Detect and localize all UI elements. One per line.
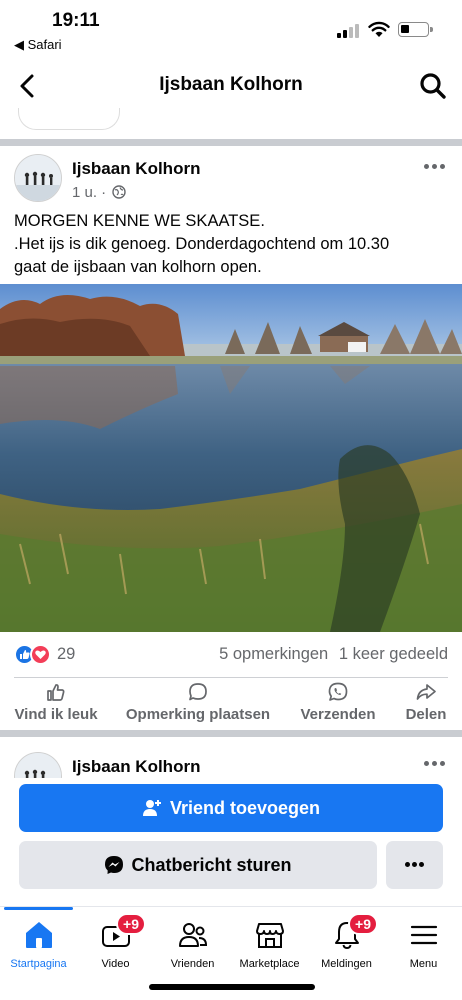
comment-button[interactable]: Opmerking plaatsen	[118, 682, 278, 726]
post-time: 1 u. ·	[72, 184, 107, 201]
menu-icon	[410, 925, 437, 945]
like-button[interactable]: Vind ik leuk	[6, 682, 106, 726]
page-title: Ijsbaan Kolhorn	[159, 74, 303, 95]
wifi-icon	[368, 21, 390, 37]
notifications-badge: +9	[348, 913, 378, 935]
video-badge: +9	[116, 913, 146, 935]
add-friend-icon	[142, 800, 161, 816]
tab-menu[interactable]: Menu	[385, 907, 462, 977]
send-button[interactable]: Verzenden	[292, 682, 384, 726]
whatsapp-icon	[328, 682, 348, 701]
comment-icon	[189, 683, 207, 701]
tab-video[interactable]: +9 Video	[77, 907, 154, 977]
post-author[interactable]: Ijsbaan Kolhorn	[72, 159, 200, 179]
back-to-safari-link[interactable]: ◀ Safari	[14, 37, 62, 53]
reaction-icons[interactable]	[14, 644, 54, 666]
thumbs-up-icon	[47, 684, 65, 701]
tab-label: Startpagina	[10, 958, 67, 970]
more-actions-button[interactable]	[386, 841, 443, 889]
more-options-icon[interactable]	[424, 164, 446, 170]
message-button[interactable]: Chatbericht sturen	[19, 841, 377, 889]
home-icon	[25, 922, 52, 948]
post-text-line: .Het ijs is dik genoeg. Donderdagochtend…	[14, 235, 390, 253]
status-time: 19:11	[52, 10, 100, 31]
comment-count[interactable]: 5 opmerkingen	[219, 645, 328, 663]
more-options-icon[interactable]	[424, 761, 446, 767]
reactions-row: 29 5 opmerkingen 1 keer gedeeld	[0, 640, 462, 670]
divider	[14, 677, 448, 678]
share-icon	[416, 684, 436, 700]
share-label: Delen	[405, 706, 447, 723]
skaters-avatar-image	[15, 155, 61, 201]
love-reaction-icon	[30, 644, 51, 665]
messenger-icon	[105, 856, 124, 874]
post-text: MORGEN KENNE WE SKAATSE. .Het ijs is dik…	[14, 210, 454, 279]
tab-notifications[interactable]: +9 Meldingen	[308, 907, 385, 977]
post-photo[interactable]	[0, 284, 462, 632]
avatar[interactable]	[14, 154, 62, 202]
comment-label: Opmerking plaatsen	[125, 706, 271, 723]
tab-label: Marketplace	[239, 958, 300, 970]
globe-icon	[112, 185, 127, 199]
post-header: Ijsbaan Kolhorn 1 u. ·	[0, 150, 462, 208]
tab-label: Video	[101, 958, 130, 970]
add-friend-button[interactable]: Vriend toevoegen	[19, 784, 443, 832]
tab-label: Vrienden	[170, 958, 215, 970]
reaction-count[interactable]: 29	[57, 645, 75, 664]
feed-divider	[0, 139, 462, 146]
add-friend-label: Vriend toevoegen	[169, 797, 321, 818]
post-header: Ijsbaan Kolhorn	[0, 748, 462, 778]
skaters-avatar-image	[15, 753, 61, 778]
post-text-line: gaat de ijsbaan van kolhorn open.	[14, 258, 262, 276]
marketplace-icon	[255, 923, 284, 948]
search-icon[interactable]	[418, 71, 448, 101]
post-text-line: MORGEN KENNE WE SKAATSE.	[14, 212, 265, 230]
tab-label: Meldingen	[321, 958, 372, 970]
page-header: Ijsbaan Kolhorn	[0, 60, 462, 112]
tab-marketplace[interactable]: Marketplace	[231, 907, 308, 977]
post-actions: Vind ik leuk Opmerking plaatsen Verzende…	[0, 682, 462, 726]
previous-post-edge	[18, 108, 120, 130]
tab-friends[interactable]: Vrienden	[154, 907, 231, 977]
status-bar: 19:11 ◀ Safari	[0, 0, 462, 58]
frozen-lake-image	[0, 284, 462, 632]
like-label: Vind ik leuk	[14, 706, 98, 723]
share-button[interactable]: Delen	[396, 682, 456, 726]
avatar[interactable]	[14, 752, 62, 778]
battery-icon	[398, 22, 433, 37]
cellular-signal-icon	[337, 24, 361, 38]
feed-divider	[0, 730, 462, 737]
send-label: Verzenden	[300, 706, 376, 723]
friends-icon	[178, 923, 207, 947]
post-stats: 5 opmerkingen 1 keer gedeeld	[213, 645, 448, 664]
message-label: Chatbericht sturen	[131, 854, 292, 875]
home-indicator	[149, 984, 315, 990]
post-author[interactable]: Ijsbaan Kolhorn	[72, 757, 200, 777]
share-count[interactable]: 1 keer gedeeld	[339, 645, 448, 663]
post-meta: 1 u. ·	[72, 184, 127, 201]
tab-label: Menu	[409, 958, 438, 970]
tab-home[interactable]: Startpagina	[0, 907, 77, 977]
